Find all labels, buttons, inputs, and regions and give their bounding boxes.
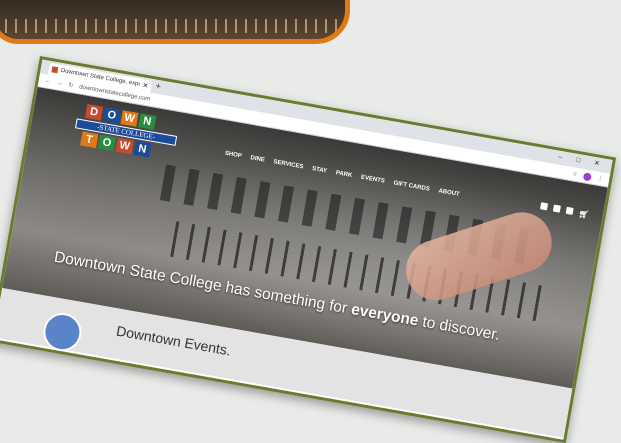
events-heading: Downtown Events. [115, 322, 233, 359]
nav-events[interactable]: EVENTS [360, 175, 385, 185]
twitter-icon[interactable] [552, 204, 561, 213]
tagline-text-end: to discover. [416, 312, 502, 344]
profile-avatar[interactable] [582, 171, 593, 182]
new-tab-button[interactable]: + [155, 81, 162, 92]
reload-icon[interactable]: ↻ [68, 81, 74, 89]
events-badge-image [40, 310, 85, 355]
star-icon[interactable]: ☆ [572, 170, 579, 178]
social-icons: 🛒︎ [539, 202, 590, 220]
string-lights [0, 19, 345, 33]
favicon-icon [51, 66, 59, 74]
nav-park[interactable]: PARK [335, 170, 352, 179]
nav-shop[interactable]: SHOP [224, 151, 242, 160]
logo-letter: T [80, 131, 99, 149]
logo-letter: W [115, 137, 134, 155]
facebook-icon[interactable] [539, 202, 548, 211]
instagram-icon[interactable] [565, 206, 574, 215]
nav-gift-cards[interactable]: GIFT CARDS [393, 180, 430, 192]
browser-screenshot: Downtown State College, experi... ✕ + – … [0, 56, 617, 443]
photo-snippet [0, 0, 350, 44]
logo-letter: O [102, 107, 121, 124]
tagline-emphasis: everyone [349, 301, 420, 330]
nav-about[interactable]: ABOUT [438, 188, 460, 198]
forward-icon[interactable]: → [56, 80, 63, 87]
back-icon[interactable]: ← [44, 78, 51, 85]
logo-letter: N [138, 113, 157, 130]
logo-letter: O [97, 134, 117, 152]
cart-icon[interactable]: 🛒︎ [578, 209, 590, 220]
nav-dine[interactable]: DINE [250, 155, 265, 163]
menu-icon[interactable]: ⋮ [597, 175, 604, 183]
nav-services[interactable]: SERVICES [273, 159, 304, 170]
close-tab-icon[interactable]: ✕ [142, 81, 149, 90]
logo-letter: N [133, 140, 152, 158]
logo-letter: D [84, 103, 104, 121]
logo-letter: W [120, 110, 139, 127]
site-logo[interactable]: D O W N -STATE COLLEGE- T O W N [74, 103, 178, 160]
nav-stay[interactable]: STAY [312, 166, 328, 175]
